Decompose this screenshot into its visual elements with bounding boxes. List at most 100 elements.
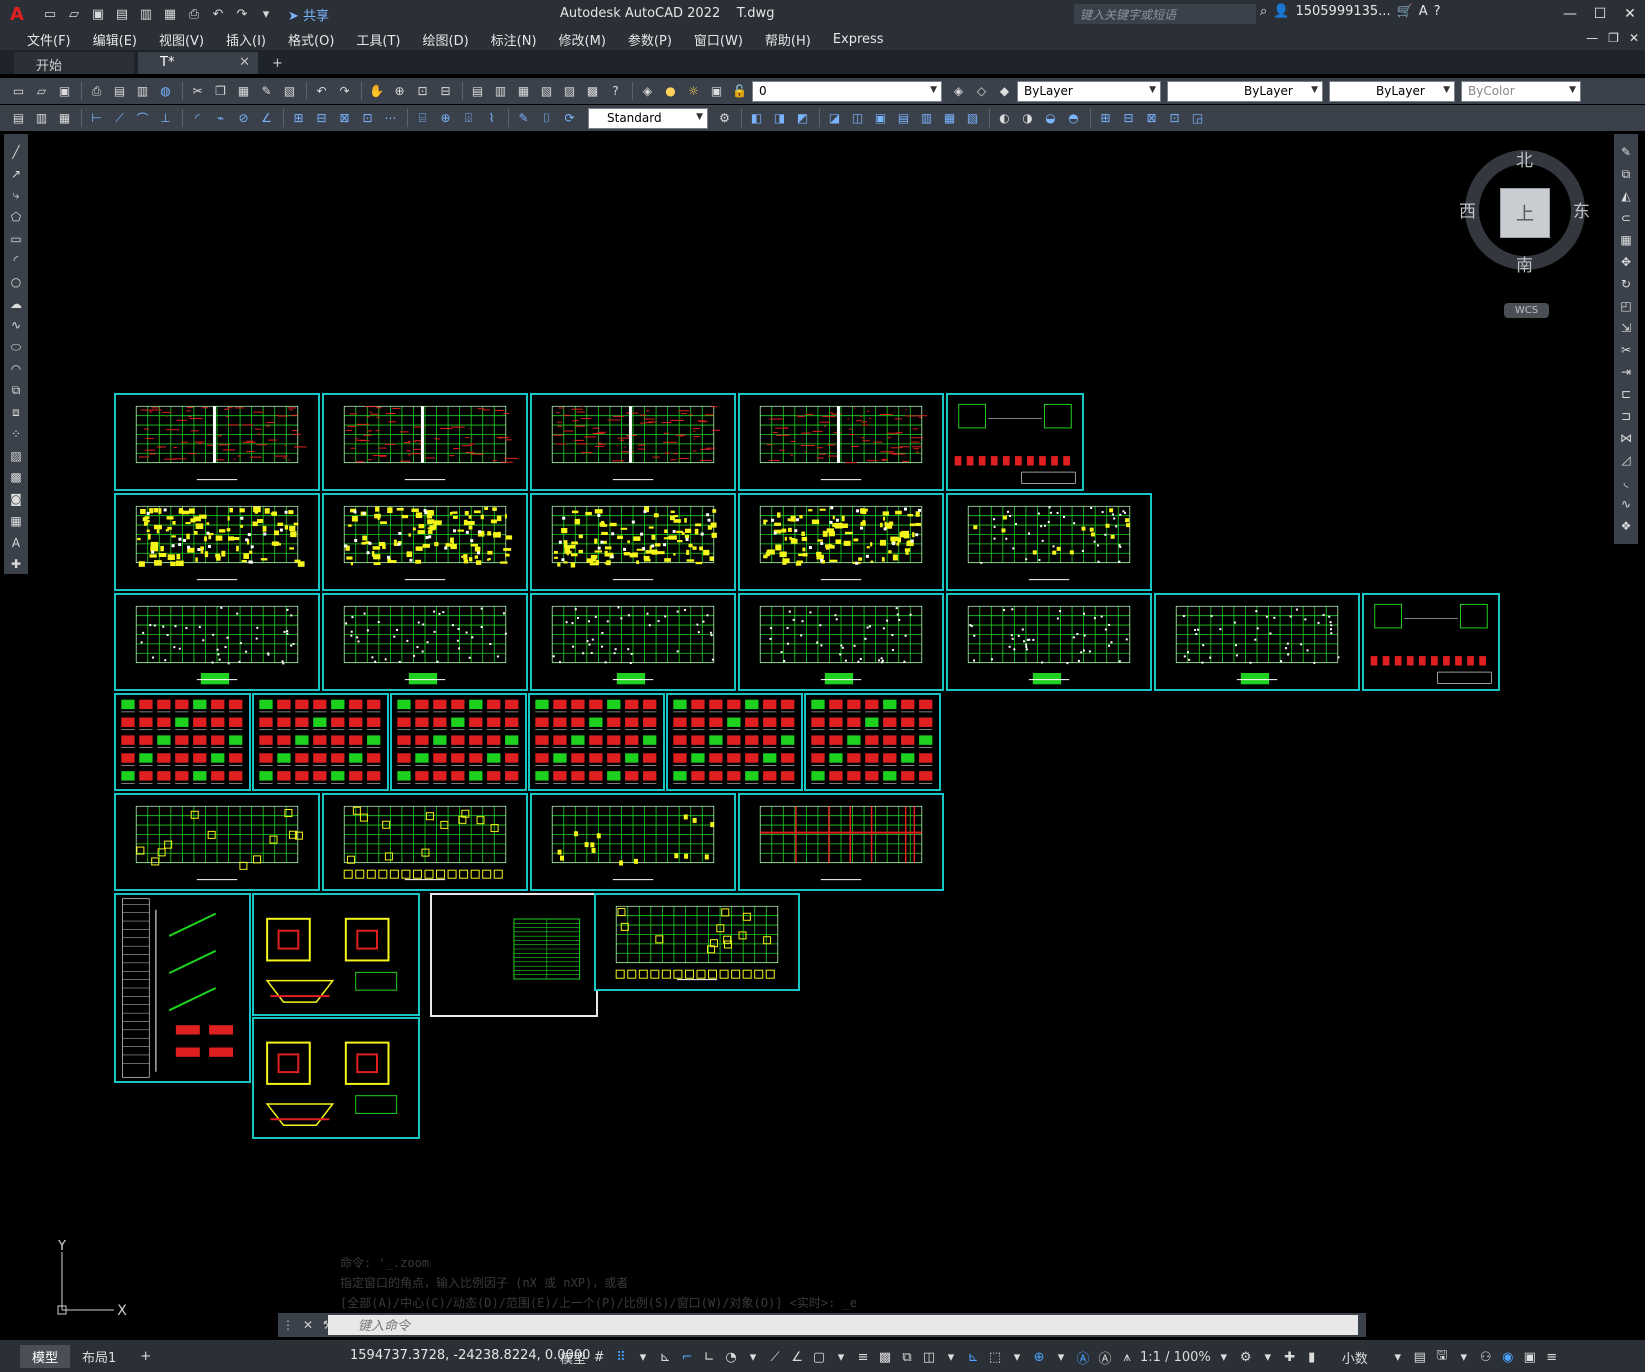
menu-express[interactable]: Express <box>824 32 893 47</box>
pile-foundation-sheet[interactable] <box>594 893 800 991</box>
ellipse-arc-icon[interactable]: ◠ <box>6 359 26 379</box>
angular-icon[interactable]: ∠ <box>256 108 277 128</box>
array-icon[interactable]: ▦ <box>1616 230 1636 250</box>
menu-draw[interactable]: 绘图(D) <box>414 30 478 49</box>
chevron-down-icon[interactable]: ▾ <box>1259 1350 1277 1365</box>
ortho-icon[interactable]: ∟ <box>700 1350 718 1365</box>
trim-icon[interactable]: ✂ <box>1616 340 1636 360</box>
paste-icon[interactable]: ▦ <box>233 81 254 101</box>
tool-palettes-icon[interactable]: ▦ <box>513 81 534 101</box>
doc-minimize-button[interactable]: — <box>1586 31 1598 45</box>
radius-icon[interactable]: ◜ <box>187 108 208 128</box>
modify-icon[interactable]: ▤ <box>893 108 914 128</box>
menu-window[interactable]: 窗口(W) <box>685 30 752 49</box>
print-icon[interactable]: ⎙ <box>184 4 204 24</box>
search-input[interactable]: 键入关键字或短语 <box>1074 4 1256 24</box>
chevron-down-icon[interactable]: ▾ <box>832 1350 850 1365</box>
chevron-down-icon[interactable]: ▾ <box>1215 1350 1233 1365</box>
tool-icon[interactable]: ▦ <box>54 108 75 128</box>
rotate-icon[interactable]: ↻ <box>1616 274 1636 294</box>
menu-file[interactable]: 文件(F) <box>18 30 80 49</box>
beam-plan-sheet[interactable] <box>322 593 528 691</box>
modify-icon[interactable]: ◩ <box>792 108 813 128</box>
3d-osnap-icon[interactable]: ◫ <box>920 1350 938 1365</box>
viewcube-west[interactable]: 西 <box>1459 197 1476 222</box>
plot-preview-icon[interactable]: ▤ <box>109 81 130 101</box>
spline-icon[interactable]: ∿ <box>6 316 26 336</box>
annotation-visibility-icon[interactable]: Ⓐ <box>1074 1348 1092 1367</box>
publish-icon[interactable]: ▥ <box>136 4 156 24</box>
beam-plan-sheet[interactable] <box>1154 593 1360 691</box>
block-editor-icon[interactable]: ▧ <box>279 81 300 101</box>
open-file-icon[interactable]: ▱ <box>64 4 84 24</box>
clean-screen-icon[interactable]: ▣ <box>1521 1350 1539 1365</box>
units-value[interactable]: 小数 <box>1325 1348 1385 1367</box>
column-plan-sheet[interactable] <box>322 493 528 591</box>
maximize-button[interactable]: ☐ <box>1585 0 1615 28</box>
modify-icon[interactable]: ⊞ <box>1095 108 1116 128</box>
join-icon[interactable]: ⋈ <box>1616 428 1636 448</box>
minimize-button[interactable]: — <box>1555 0 1585 28</box>
ellipse-icon[interactable]: ⬭ <box>6 337 26 357</box>
isolate-objects-icon[interactable]: ⚇ <box>1477 1350 1495 1365</box>
quick-properties-icon[interactable]: ▤ <box>1411 1350 1429 1365</box>
zoom-window-icon[interactable]: ⊡ <box>412 81 433 101</box>
design-center-icon[interactable]: ▥ <box>490 81 511 101</box>
cart-icon[interactable]: 🛒 <box>1397 4 1413 19</box>
save-as-icon[interactable]: ▤ <box>112 4 132 24</box>
globe-icon[interactable]: ◍ <box>155 81 176 101</box>
modify-icon[interactable]: ⊟ <box>1118 108 1139 128</box>
layer-viewport-icon[interactable]: ▣ <box>706 81 727 101</box>
space-icon[interactable]: ⊡ <box>357 108 378 128</box>
modify-icon[interactable]: ◧ <box>746 108 767 128</box>
menu-format[interactable]: 格式(O) <box>279 30 343 49</box>
plot-icon[interactable]: ⎙ <box>86 81 107 101</box>
snap-icon[interactable]: ⠿ <box>612 1350 630 1365</box>
gradient-icon[interactable]: ▩ <box>6 468 26 488</box>
calculator-icon[interactable]: ▩ <box>582 81 603 101</box>
center-mark-icon[interactable]: ⊕ <box>435 108 456 128</box>
color-dropdown[interactable]: ByLayer ▼ <box>1017 80 1161 102</box>
command-input[interactable] <box>328 1315 1358 1335</box>
modify-icon[interactable]: ⊠ <box>1141 108 1162 128</box>
construction-line-icon[interactable]: ↗ <box>6 164 26 184</box>
redo-icon[interactable]: ↷ <box>334 81 355 101</box>
column-plan-sheet[interactable] <box>738 493 944 591</box>
section-details-sheet[interactable] <box>804 693 941 791</box>
menu-edit[interactable]: 编辑(E) <box>84 30 146 49</box>
mtext-icon[interactable]: A <box>6 533 26 553</box>
scale-icon[interactable]: ◰ <box>1616 296 1636 316</box>
baseline-icon[interactable]: ⊟ <box>311 108 332 128</box>
make-block-icon[interactable]: ⧈ <box>6 402 26 422</box>
modify-icon[interactable]: ◲ <box>1187 108 1208 128</box>
menu-view[interactable]: 视图(V) <box>150 30 213 49</box>
add-layout-button[interactable]: + <box>128 1347 163 1366</box>
cut-icon[interactable]: ✂ <box>187 81 208 101</box>
layer-on-icon[interactable]: ● <box>660 81 681 101</box>
lock-ui-icon[interactable]: 🖫 <box>1433 1346 1451 1368</box>
structural-plan-sheet[interactable] <box>114 393 320 491</box>
menu-help[interactable]: 帮助(H) <box>756 30 820 49</box>
modify-icon[interactable]: ⊡ <box>1164 108 1185 128</box>
save-icon[interactable]: ▣ <box>88 4 108 24</box>
dynamic-input-icon[interactable]: ⌐ <box>678 1350 696 1365</box>
match-properties-icon[interactable]: ✎ <box>256 81 277 101</box>
customize-qat-icon[interactable]: ▾ <box>256 4 276 24</box>
export-icon[interactable]: ▦ <box>160 4 180 24</box>
circle-icon[interactable]: ○ <box>6 272 26 292</box>
footing-detail-sheet[interactable] <box>252 1017 420 1139</box>
section-details-sheet[interactable] <box>390 693 527 791</box>
share-button[interactable]: ➤ 共享 <box>288 5 329 24</box>
revcloud-icon[interactable]: ☁ <box>6 294 26 314</box>
jogged-icon[interactable]: ⌁ <box>210 108 231 128</box>
units-icon[interactable]: ▮ <box>1303 1350 1321 1365</box>
section-details-sheet[interactable] <box>252 693 389 791</box>
menu-tools[interactable]: 工具(T) <box>347 30 409 49</box>
jogged-linear-icon[interactable]: ⌇ <box>481 108 502 128</box>
dim-update-icon[interactable]: ⟳ <box>559 108 580 128</box>
chevron-down-icon[interactable]: ▾ <box>1052 1350 1070 1365</box>
model-space-button[interactable]: 模型 <box>560 1348 586 1367</box>
transparency-icon[interactable]: ▩ <box>876 1350 894 1365</box>
modify-icon[interactable]: ▣ <box>870 108 891 128</box>
polyline-icon[interactable]: ⤷ <box>6 185 26 205</box>
